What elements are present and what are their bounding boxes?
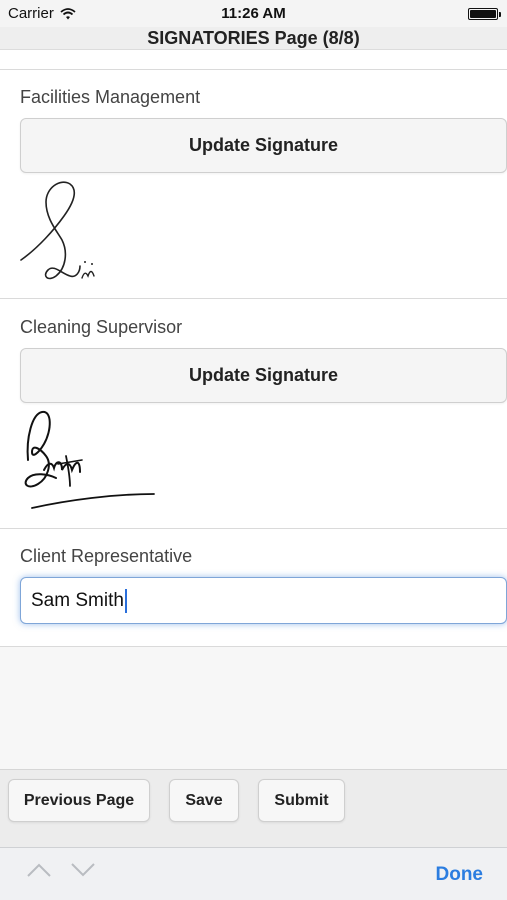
client-representative-label: Client Representative [20,546,193,566]
battery-fill [470,10,496,18]
client-name-value: Sam Smith [31,589,124,611]
status-bar: Carrier 11:26 AM [0,0,507,27]
empty-content-area [0,647,507,769]
section-divider [0,69,507,70]
update-signature-button-cleaning[interactable]: Update Signature [20,348,507,403]
done-button[interactable]: Done [436,864,484,886]
facilities-management-label: Facilities Management [20,87,201,107]
section-divider [0,528,507,529]
cleaning-supervisor-label: Cleaning Supervisor [20,317,183,337]
previous-page-button[interactable]: Previous Page [8,779,150,822]
cleaning-signature-image [24,410,155,509]
facilities-signature-image [20,181,95,280]
client-name-input[interactable]: Sam Smith [20,577,507,624]
chevron-up-icon[interactable] [26,862,52,878]
battery-nub [499,12,501,17]
section-divider [0,298,507,299]
page-title: SIGNATORIES Page (8/8) [0,27,507,50]
submit-button[interactable]: Submit [258,779,345,822]
status-time: 11:26 AM [221,5,286,22]
footer-toolbar: Previous Page Save Submit [0,769,507,847]
chevron-down-icon[interactable] [70,862,96,878]
battery-icon [468,8,501,20]
keyboard-toolbar: Done [0,847,507,900]
text-caret [124,588,127,613]
update-signature-button-facilities[interactable]: Update Signature [20,118,507,173]
save-button[interactable]: Save [169,779,239,822]
